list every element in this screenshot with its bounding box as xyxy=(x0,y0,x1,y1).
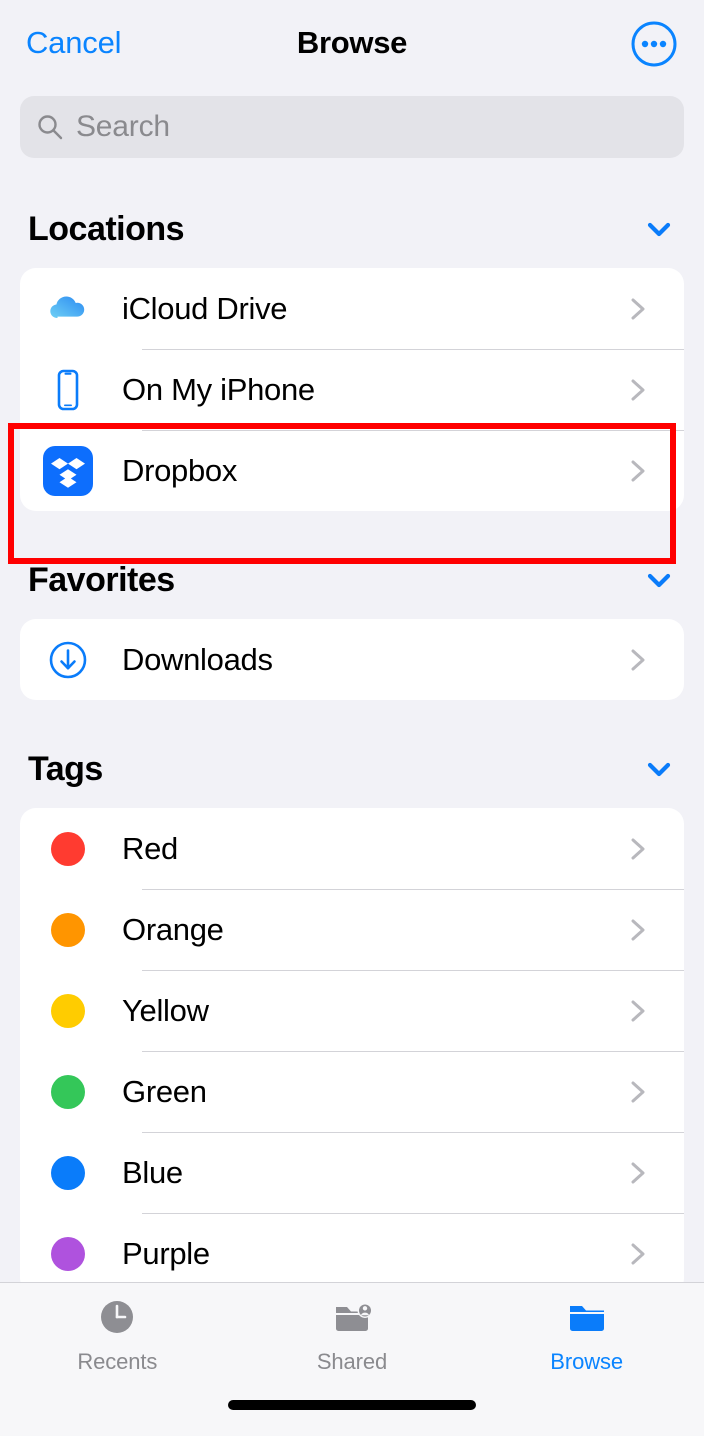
tab-label: Browse xyxy=(550,1349,624,1374)
tag-dot-icon xyxy=(42,912,94,947)
favorites-card: Downloads xyxy=(20,619,684,700)
search-placeholder: Search xyxy=(76,110,170,143)
search-input[interactable]: Search xyxy=(20,96,684,158)
tab-shared[interactable]: Shared xyxy=(235,1297,470,1375)
tag-row-blue[interactable]: Blue xyxy=(20,1132,684,1213)
dropbox-icon xyxy=(42,445,94,497)
chevron-right-icon xyxy=(624,917,650,943)
chevron-right-icon xyxy=(624,647,650,673)
tag-row-purple[interactable]: Purple xyxy=(20,1213,684,1282)
tag-label: Blue xyxy=(122,1154,183,1190)
chevron-down-icon[interactable] xyxy=(642,752,676,786)
tag-row-green[interactable]: Green xyxy=(20,1051,684,1132)
sidebar-item-label: Downloads xyxy=(122,641,273,677)
tag-row-yellow[interactable]: Yellow xyxy=(20,970,684,1051)
tag-dot-icon xyxy=(42,1155,94,1190)
chevron-right-icon xyxy=(624,1241,650,1267)
chevron-right-icon xyxy=(624,1160,650,1186)
sidebar-item-label: On My iPhone xyxy=(122,371,315,407)
tag-label: Orange xyxy=(122,911,224,947)
iphone-icon xyxy=(42,364,94,416)
browse-list[interactable]: Locations iCloud Drive On My iPhone Drop… xyxy=(0,170,704,1282)
ellipsis-circle-icon[interactable] xyxy=(630,20,678,68)
cancel-button[interactable]: Cancel xyxy=(26,25,121,61)
tag-dot-swatch xyxy=(51,912,85,947)
tag-label: Yellow xyxy=(122,992,209,1028)
tab-recents[interactable]: Recents xyxy=(0,1297,235,1375)
tab-browse[interactable]: Browse xyxy=(469,1297,704,1375)
tag-dot-swatch xyxy=(51,831,85,866)
chevron-right-icon xyxy=(624,296,650,322)
section-header-tags: Tags xyxy=(0,746,704,792)
shared-folder-icon xyxy=(330,1297,374,1341)
tag-dot-swatch xyxy=(51,1155,85,1190)
chevron-right-icon xyxy=(624,458,650,484)
tab-label: Recents xyxy=(77,1349,158,1374)
tag-label: Red xyxy=(122,830,178,866)
sidebar-item-label: iCloud Drive xyxy=(122,290,288,326)
section-title: Locations xyxy=(28,209,185,248)
sidebar-item-dropbox[interactable]: Dropbox xyxy=(20,430,684,511)
chevron-right-icon xyxy=(624,1079,650,1105)
tag-dot-icon xyxy=(42,993,94,1028)
chevron-right-icon xyxy=(624,377,650,403)
tag-dot-icon xyxy=(42,831,94,866)
tag-dot-swatch xyxy=(51,1236,85,1271)
search-icon xyxy=(36,113,64,141)
section-header-locations: Locations xyxy=(0,206,704,252)
tag-label: Green xyxy=(122,1073,207,1109)
chevron-down-icon[interactable] xyxy=(642,212,676,246)
download-circle-icon xyxy=(42,634,94,686)
tag-dot-swatch xyxy=(51,1074,85,1109)
tab-bar: Recents Shared Browse xyxy=(0,1282,704,1436)
section-title: Favorites xyxy=(28,560,175,599)
chevron-right-icon xyxy=(624,836,650,862)
clock-icon xyxy=(95,1297,139,1341)
tags-card: Red Orange Yellow Green Blue Purple xyxy=(20,808,684,1282)
search-container: Search xyxy=(0,96,704,158)
sidebar-item-icloud-drive[interactable]: iCloud Drive xyxy=(20,268,684,349)
sidebar-item-downloads[interactable]: Downloads xyxy=(20,619,684,700)
icloud-drive-icon xyxy=(42,283,94,335)
sidebar-item-label: Dropbox xyxy=(122,452,238,488)
tag-row-red[interactable]: Red xyxy=(20,808,684,889)
section-title: Tags xyxy=(28,749,103,788)
tag-row-orange[interactable]: Orange xyxy=(20,889,684,970)
tag-label: Purple xyxy=(122,1235,210,1271)
tag-dot-icon xyxy=(42,1236,94,1271)
tab-label: Shared xyxy=(316,1349,388,1374)
chevron-down-icon[interactable] xyxy=(642,563,676,597)
tag-dot-icon xyxy=(42,1074,94,1109)
tag-dot-swatch xyxy=(51,993,85,1028)
sidebar-item-on-my-iphone[interactable]: On My iPhone xyxy=(20,349,684,430)
section-header-favorites: Favorites xyxy=(0,557,704,603)
navigation-bar: Cancel Browse xyxy=(0,0,704,86)
home-indicator xyxy=(228,1400,476,1410)
locations-card: iCloud Drive On My iPhone Dropbox xyxy=(20,268,684,511)
folder-icon xyxy=(565,1297,609,1341)
chevron-right-icon xyxy=(624,998,650,1024)
